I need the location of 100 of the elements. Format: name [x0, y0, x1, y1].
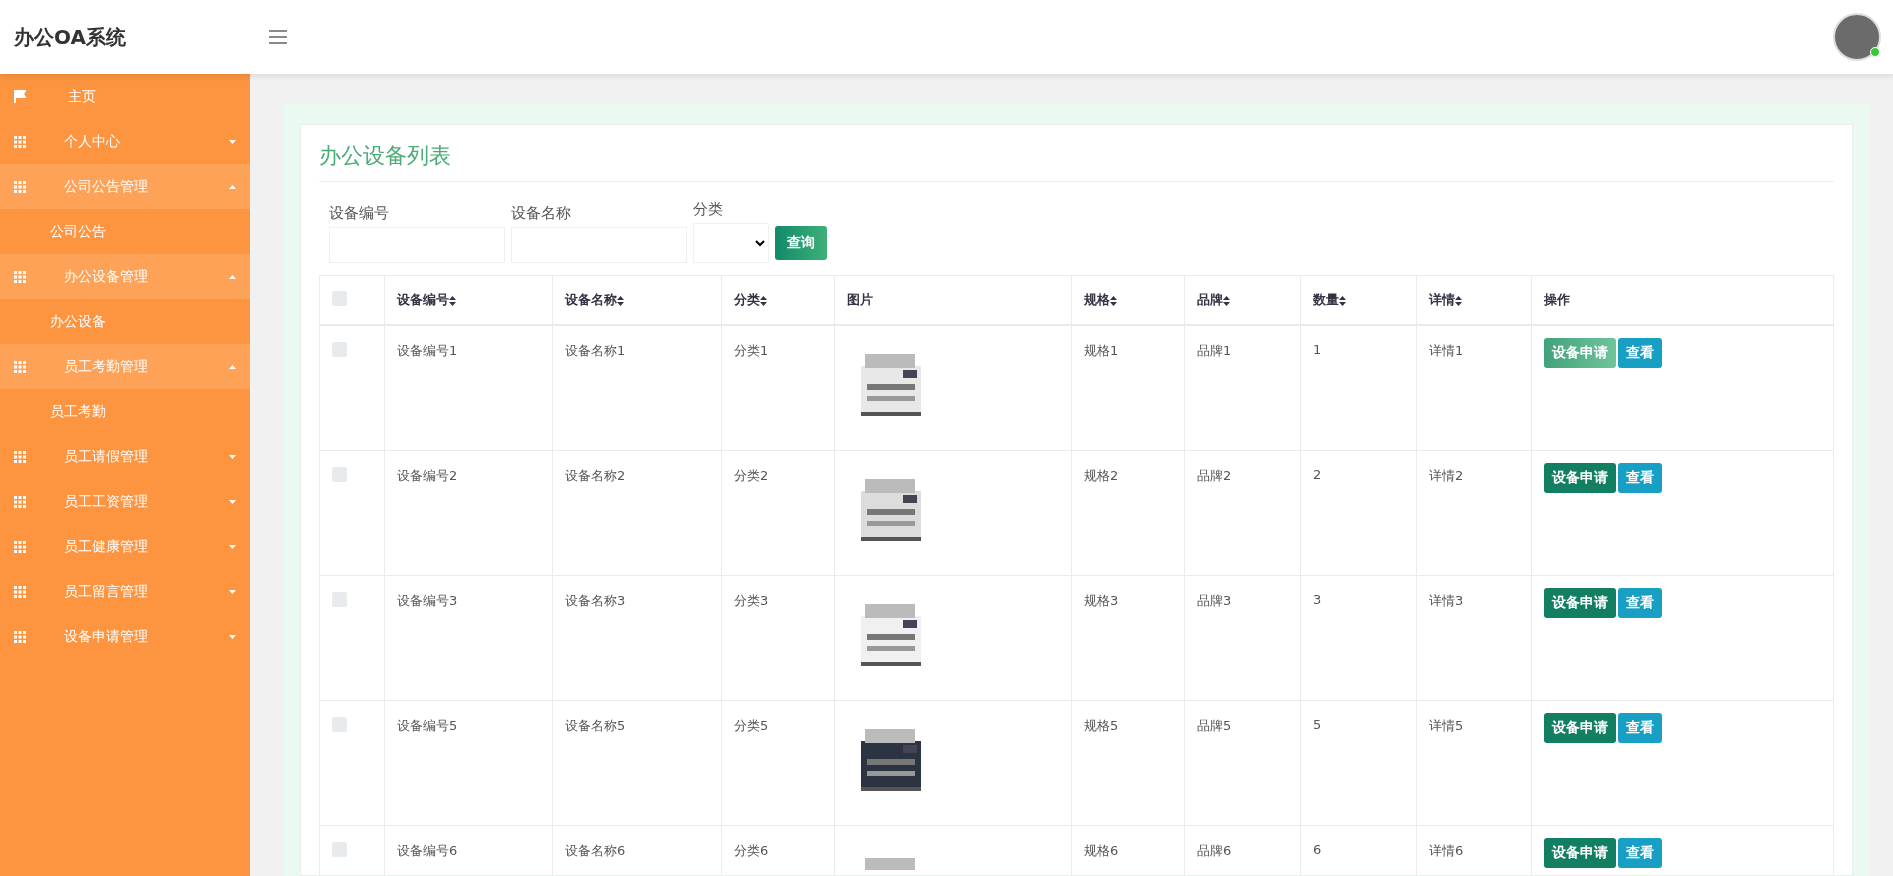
- table-cell: 分类3: [734, 593, 769, 608]
- sidebar-item[interactable]: 员工请假管理: [0, 434, 250, 479]
- apply-button[interactable]: 设备申请: [1544, 713, 1616, 743]
- sort-icon[interactable]: [760, 295, 767, 306]
- column-header-cell[interactable]: 图片: [834, 275, 1072, 325]
- grid-icon: [14, 540, 26, 553]
- view-button[interactable]: 查看: [1618, 588, 1662, 618]
- table-cell: 规格3: [1084, 593, 1119, 608]
- column-header-cell[interactable]: 分类: [721, 275, 835, 325]
- grid-icon: [14, 450, 26, 463]
- column-header: 设备名称: [565, 292, 617, 307]
- column-header: 数量: [1313, 292, 1339, 307]
- view-button[interactable]: 查看: [1618, 338, 1662, 368]
- caret-icon: [229, 454, 236, 459]
- grid-icon: [14, 360, 26, 373]
- table-cell: 设备名称5: [565, 718, 626, 733]
- table-cell: 品牌3: [1197, 593, 1232, 608]
- sort-icon[interactable]: [617, 295, 624, 306]
- filter-label: 设备名称: [511, 204, 572, 223]
- table-cell: 1: [1313, 342, 1322, 357]
- column-header-cell[interactable]: 详情: [1416, 275, 1532, 325]
- table-cell: 设备编号5: [397, 718, 458, 733]
- table-cell: 设备编号6: [397, 843, 458, 858]
- table-cell: 5: [1313, 717, 1322, 732]
- sort-icon[interactable]: [1223, 295, 1230, 306]
- filter-label: 设备编号: [329, 204, 390, 223]
- search-button[interactable]: 查询: [775, 226, 827, 260]
- sidebar-item[interactable]: 个人中心: [0, 119, 250, 164]
- column-header: 品牌: [1197, 292, 1223, 307]
- sort-icon[interactable]: [1455, 295, 1462, 306]
- grid-icon: [14, 630, 26, 643]
- table-cell: 设备编号1: [397, 343, 458, 358]
- caret-icon: [229, 634, 236, 639]
- sidebar-item[interactable]: 办公设备管理: [0, 254, 250, 299]
- table-cell: 详情5: [1429, 718, 1464, 733]
- table-cell: 6: [1313, 842, 1322, 857]
- table-cell: 2: [1313, 467, 1322, 482]
- column-header: 设备编号: [397, 292, 449, 307]
- column-header-cell[interactable]: 设备名称: [552, 275, 722, 325]
- sort-icon[interactable]: [1110, 295, 1117, 306]
- sidebar-item[interactable]: 员工留言管理: [0, 569, 250, 614]
- table-cell: 分类2: [734, 468, 769, 483]
- user-avatar[interactable]: [1833, 13, 1881, 61]
- grid-icon: [14, 495, 26, 508]
- column-header-cell[interactable]: 数量: [1300, 275, 1417, 325]
- table-cell: 分类6: [734, 843, 769, 858]
- column-header-cell[interactable]: 品牌: [1184, 275, 1301, 325]
- menu-icon[interactable]: [269, 30, 287, 44]
- table-cell: 设备名称3: [565, 593, 626, 608]
- table-cell: 品牌6: [1197, 843, 1232, 858]
- table-cell: 分类1: [734, 343, 769, 358]
- apply-button[interactable]: 设备申请: [1544, 463, 1616, 493]
- apply-button[interactable]: 设备申请: [1544, 338, 1616, 368]
- apply-button[interactable]: 设备申请: [1544, 838, 1616, 868]
- caret-icon: [229, 499, 236, 504]
- table-cell: 规格1: [1084, 343, 1119, 358]
- app-title: 办公OA系统: [14, 23, 127, 51]
- sidebar-item[interactable]: 员工健康管理: [0, 524, 250, 569]
- sidebar-item[interactable]: 设备申请管理: [0, 614, 250, 659]
- sidebar-item[interactable]: 员工考勤管理: [0, 344, 250, 389]
- column-header: 规格: [1084, 292, 1110, 307]
- view-button[interactable]: 查看: [1618, 463, 1662, 493]
- table-cell: 详情3: [1429, 593, 1464, 608]
- sidebar-item[interactable]: 公司公告管理: [0, 164, 250, 209]
- table-cell: 规格2: [1084, 468, 1119, 483]
- column-header: 分类: [734, 292, 760, 307]
- page-title: 办公设备列表: [319, 141, 1834, 182]
- table-cell: 设备编号2: [397, 468, 458, 483]
- grid-icon: [14, 585, 26, 598]
- table-cell: 详情1: [1429, 343, 1464, 358]
- caret-icon: [229, 274, 236, 279]
- filter-label: 分类: [693, 200, 724, 219]
- table-cell: 规格6: [1084, 843, 1119, 858]
- view-button[interactable]: 查看: [1618, 713, 1662, 743]
- column-header-cell[interactable]: 操作: [1531, 275, 1834, 325]
- sort-icon[interactable]: [449, 295, 456, 306]
- column-header: 图片: [847, 292, 873, 307]
- apply-button[interactable]: 设备申请: [1544, 588, 1616, 618]
- sidebar-item[interactable]: 员工考勤: [0, 389, 250, 434]
- sidebar-item[interactable]: 员工工资管理: [0, 479, 250, 524]
- sort-icon[interactable]: [1339, 295, 1346, 306]
- table-cell: 3: [1313, 592, 1322, 607]
- table-cell: 设备名称6: [565, 843, 626, 858]
- grid-icon: [14, 180, 26, 193]
- column-header-cell[interactable]: 规格: [1071, 275, 1185, 325]
- sidebar-item[interactable]: 公司公告: [0, 209, 250, 254]
- table-cell: 设备名称1: [565, 343, 626, 358]
- sidebar-item[interactable]: 主页: [0, 74, 250, 119]
- table-cell: 分类5: [734, 718, 769, 733]
- view-button[interactable]: 查看: [1618, 838, 1662, 868]
- table-cell: 详情6: [1429, 843, 1464, 858]
- sidebar-item[interactable]: 办公设备: [0, 299, 250, 344]
- caret-icon: [229, 544, 236, 549]
- caret-icon: [229, 139, 236, 144]
- column-header-cell[interactable]: 设备编号: [384, 275, 553, 325]
- table-cell: 设备名称2: [565, 468, 626, 483]
- table-cell: 规格5: [1084, 718, 1119, 733]
- flag-icon: [14, 90, 26, 103]
- table-cell: 设备编号3: [397, 593, 458, 608]
- grid-icon: [14, 135, 26, 148]
